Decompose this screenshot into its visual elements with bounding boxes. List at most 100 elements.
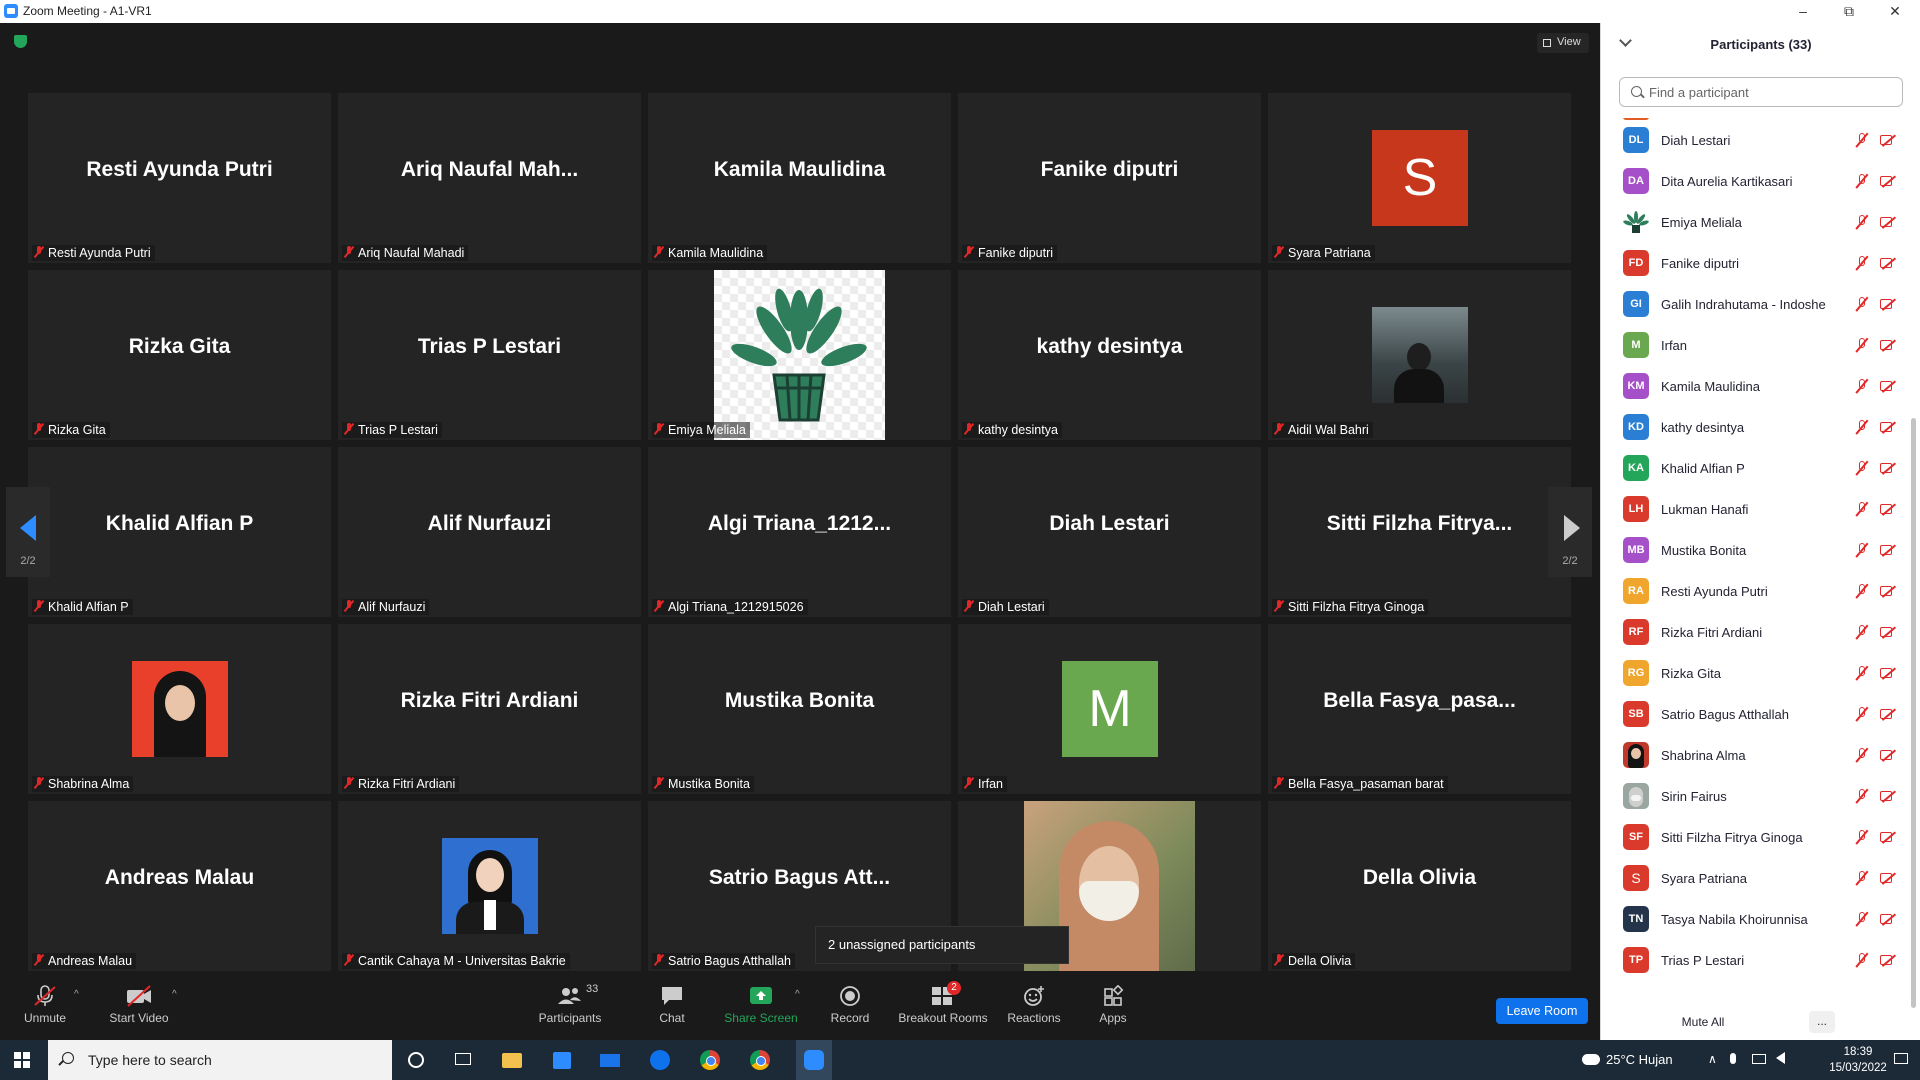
participant-row[interactable]: DA Dita Aurelia Kartikasari	[1601, 161, 1905, 202]
chevron-up-icon[interactable]: ∧	[1708, 1052, 1717, 1066]
participant-row[interactable]: DL Diah Lestari	[1601, 120, 1905, 161]
mic-muted-icon[interactable]	[1855, 624, 1869, 640]
view-button[interactable]: View	[1537, 33, 1589, 53]
video-tile[interactable]: Ariq Naufal Mah... Ariq Naufal Mahadi	[338, 93, 641, 263]
video-off-icon[interactable]	[1880, 339, 1898, 351]
mute-all-button[interactable]: Mute All	[1661, 1011, 1745, 1033]
participant-row[interactable]: SB Satrio Bagus Atthallah	[1601, 694, 1905, 735]
participant-row[interactable]: MB Mustika Bonita	[1601, 530, 1905, 571]
close-button[interactable]: ✕	[1872, 0, 1918, 23]
leave-room-button[interactable]: Leave Room	[1496, 998, 1588, 1024]
previous-page-button[interactable]: 2/2	[6, 487, 50, 577]
participant-row[interactable]: Sirin Fairus	[1601, 776, 1905, 817]
task-view-icon[interactable]	[452, 1048, 476, 1072]
share-screen-button[interactable]: Share Screen	[724, 985, 798, 1025]
notifications-icon[interactable]	[1894, 1052, 1908, 1067]
mic-muted-icon[interactable]	[1855, 706, 1869, 722]
encryption-shield-icon[interactable]	[14, 35, 27, 48]
video-off-icon[interactable]	[1880, 708, 1898, 720]
mic-muted-icon[interactable]	[1855, 747, 1869, 763]
participant-row[interactable]: TN Tasya Nabila Khoirunnisa	[1601, 899, 1905, 940]
apps-button[interactable]: Apps	[1096, 984, 1130, 1025]
mic-muted-icon[interactable]	[1855, 665, 1869, 681]
mic-muted-icon[interactable]	[1855, 460, 1869, 476]
video-tile[interactable]: Della Olivia Della Olivia	[1268, 801, 1571, 971]
mic-muted-icon[interactable]	[1855, 542, 1869, 558]
participant-row[interactable]: KA Khalid Alfian P	[1601, 448, 1905, 489]
video-off-icon[interactable]	[1880, 175, 1898, 187]
unassigned-participants-popup[interactable]: 2 unassigned participants	[815, 926, 1069, 964]
video-tile[interactable]: Cantik Cahaya M - Universitas Bakrie	[338, 801, 641, 971]
video-tile[interactable]: Rizka Fitri Ardiani Rizka Fitri Ardiani	[338, 624, 641, 794]
reactions-button[interactable]: Reactions	[1006, 985, 1062, 1025]
chrome-profile-icon[interactable]	[748, 1048, 772, 1072]
video-off-icon[interactable]	[1880, 954, 1898, 966]
minimize-button[interactable]: –	[1780, 0, 1826, 23]
video-tile[interactable]: Mustika Bonita Mustika Bonita	[648, 624, 951, 794]
taskbar-search[interactable]: Type here to search	[48, 1040, 392, 1080]
mic-muted-icon[interactable]	[1855, 255, 1869, 271]
mail-icon[interactable]	[598, 1048, 622, 1072]
next-page-button[interactable]: 2/2	[1548, 487, 1592, 577]
microsoft-store-icon[interactable]	[550, 1048, 574, 1072]
video-tile[interactable]: Emiya Meliala	[648, 270, 951, 440]
participant-row[interactable]: M Irfan	[1601, 325, 1905, 366]
mic-muted-icon[interactable]	[1855, 132, 1869, 148]
video-off-icon[interactable]	[1880, 380, 1898, 392]
video-tile[interactable]: M Irfan	[958, 624, 1261, 794]
cortana-icon[interactable]	[404, 1048, 428, 1072]
mic-muted-icon[interactable]	[1855, 911, 1869, 927]
participants-button[interactable]: 33 Participants	[533, 983, 607, 1025]
mic-muted-icon[interactable]	[1855, 378, 1869, 394]
participant-row[interactable]: RF Rizka Fitri Ardiani	[1601, 612, 1905, 653]
video-off-icon[interactable]	[1880, 462, 1898, 474]
chrome-icon[interactable]	[698, 1048, 722, 1072]
video-tile[interactable]: Aidil Wal Bahri	[1268, 270, 1571, 440]
record-button[interactable]: Record	[828, 985, 872, 1025]
weather-widget[interactable]: 25°C Hujan	[1582, 1052, 1673, 1067]
video-off-icon[interactable]	[1880, 626, 1898, 638]
video-tile[interactable]: Resti Ayunda Putri Resti Ayunda Putri	[28, 93, 331, 263]
video-off-icon[interactable]	[1880, 298, 1898, 310]
participant-row[interactable]: GI Galih Indrahutama - Indoshe	[1601, 284, 1905, 325]
volume-icon[interactable]	[1776, 1052, 1785, 1067]
video-options-caret[interactable]: ^	[172, 989, 177, 1000]
video-off-icon[interactable]	[1880, 872, 1898, 884]
more-options-button[interactable]: ...	[1809, 1011, 1835, 1033]
file-explorer-icon[interactable]	[500, 1048, 524, 1072]
restore-button[interactable]: ⧉	[1826, 0, 1872, 23]
video-tile[interactable]: Shabrina Alma	[28, 624, 331, 794]
participant-row[interactable]: Emiya Meliala	[1601, 202, 1905, 243]
teamviewer-icon[interactable]	[648, 1048, 672, 1072]
video-off-icon[interactable]	[1880, 749, 1898, 761]
audio-options-caret[interactable]: ^	[74, 989, 79, 1000]
participant-row[interactable]: LH Lukman Hanafi	[1601, 489, 1905, 530]
participant-search[interactable]	[1619, 77, 1903, 107]
video-tile[interactable]: Diah Lestari Diah Lestari	[958, 447, 1261, 617]
chat-button[interactable]: Chat	[652, 985, 692, 1025]
mic-muted-icon[interactable]	[1855, 829, 1869, 845]
video-off-icon[interactable]	[1880, 421, 1898, 433]
network-icon[interactable]	[1752, 1052, 1766, 1067]
mic-muted-icon[interactable]	[1855, 337, 1869, 353]
participant-row[interactable]: RA Resti Ayunda Putri	[1601, 571, 1905, 612]
video-tile[interactable]: kathy desintya kathy desintya	[958, 270, 1261, 440]
microphone-icon[interactable]	[1730, 1052, 1736, 1067]
panel-scrollbar[interactable]	[1911, 418, 1916, 1008]
participant-row[interactable]: FD Fanike diputri	[1601, 243, 1905, 284]
mic-muted-icon[interactable]	[1855, 870, 1869, 886]
mic-muted-icon[interactable]	[1855, 296, 1869, 312]
video-tile[interactable]: Kamila Maulidina Kamila Maulidina	[648, 93, 951, 263]
video-off-icon[interactable]	[1880, 134, 1898, 146]
video-off-icon[interactable]	[1880, 913, 1898, 925]
video-tile[interactable]: Algi Triana_1212... Algi Triana_12129150…	[648, 447, 951, 617]
video-tile[interactable]: Rizka Gita Rizka Gita	[28, 270, 331, 440]
video-tile[interactable]: Bella Fasya_pasa... Bella Fasya_pasaman …	[1268, 624, 1571, 794]
video-off-icon[interactable]	[1880, 544, 1898, 556]
mic-muted-icon[interactable]	[1855, 419, 1869, 435]
taskbar-clock[interactable]: 18:39 15/03/2022	[1818, 1044, 1898, 1076]
start-video-button[interactable]: Start Video	[103, 985, 175, 1025]
share-options-caret[interactable]: ^	[795, 989, 800, 1000]
participant-row[interactable]: S Syara Patriana	[1601, 858, 1905, 899]
video-tile[interactable]: Alif Nurfauzi Alif Nurfauzi	[338, 447, 641, 617]
